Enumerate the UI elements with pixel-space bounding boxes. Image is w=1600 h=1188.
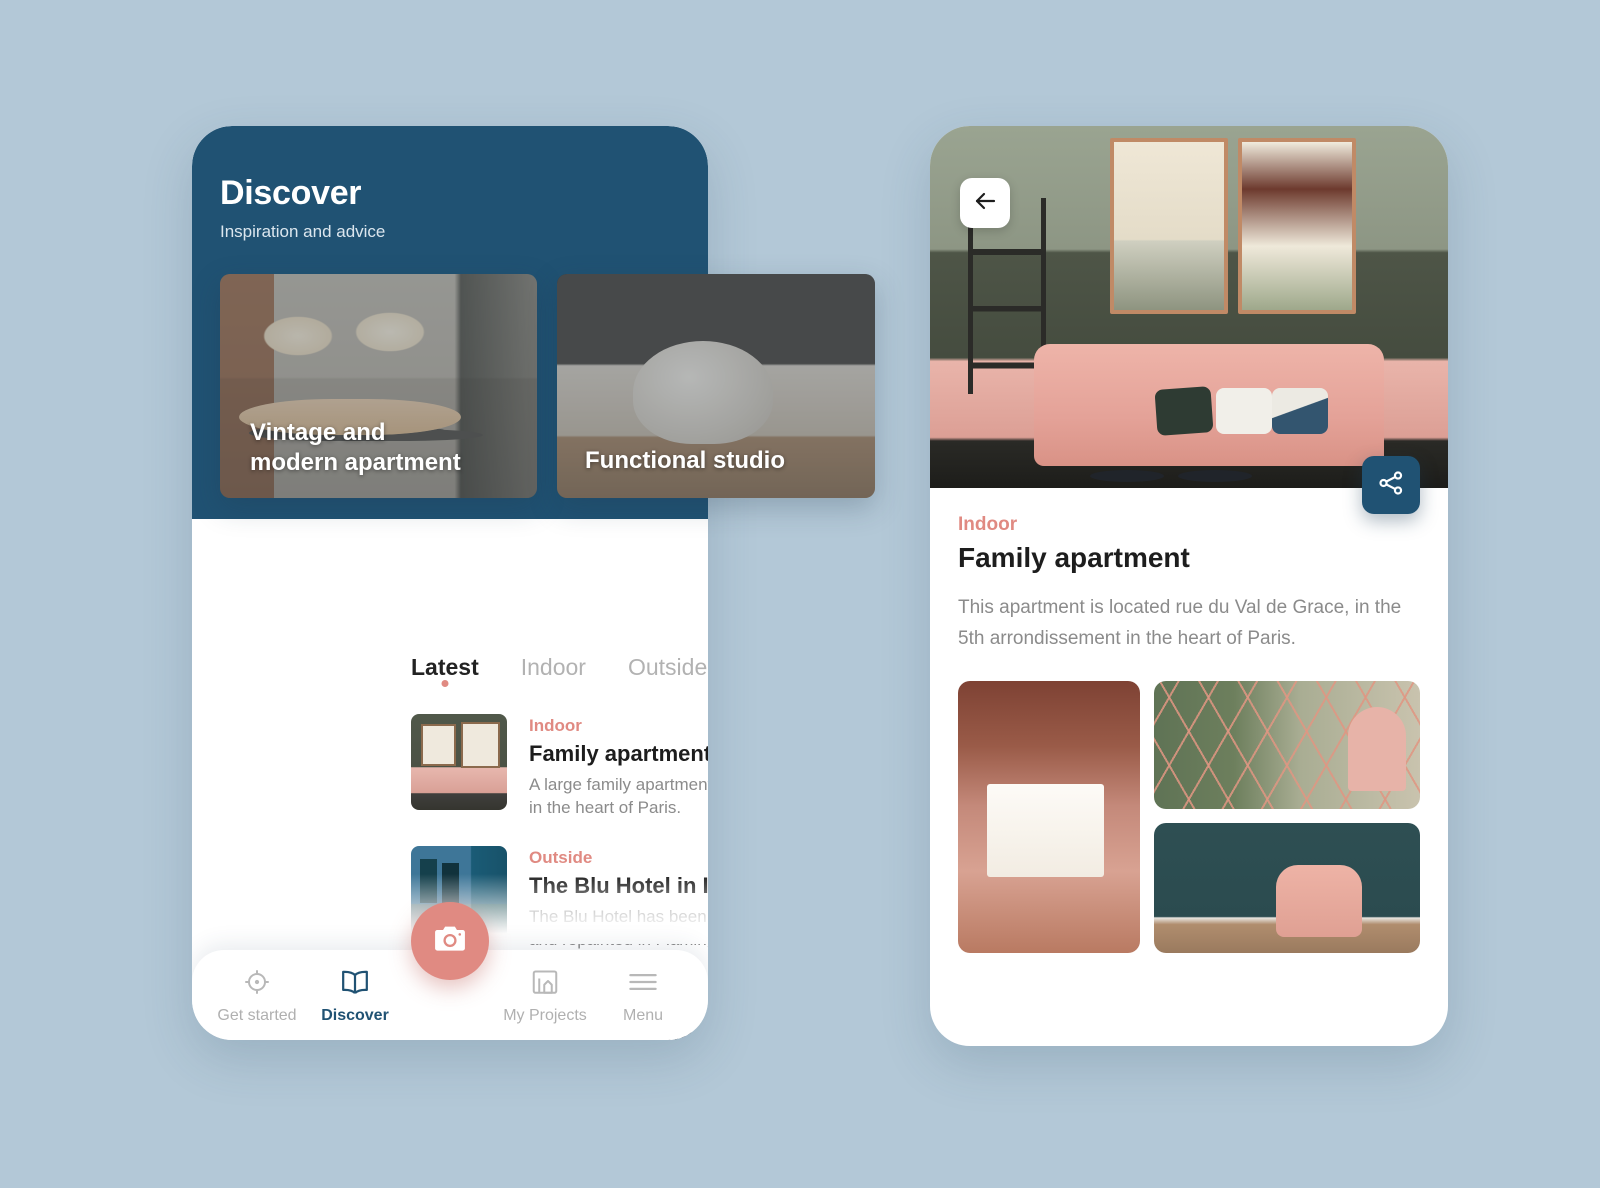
tab-indoor[interactable]: Indoor (521, 654, 586, 681)
camera-icon (432, 923, 468, 960)
detail-hero-image (930, 126, 1448, 488)
nav-item-get-started[interactable]: Get started (208, 965, 306, 1025)
article-category: Outside (529, 847, 593, 867)
featured-carousel: Vintage and modern apartment Functional s… (220, 274, 875, 498)
article-title: Family apartment (529, 741, 708, 766)
discover-phone-frame: Discover Inspiration and advice Latest I… (192, 126, 708, 1040)
detail-content: Indoor Family apartment This apartment i… (930, 488, 1448, 953)
gallery-image-bathroom[interactable] (1154, 680, 1420, 809)
page-title: Discover (220, 174, 362, 212)
hamburger-icon (627, 965, 659, 999)
cushion (1272, 388, 1328, 434)
detail-category: Indoor (958, 514, 1018, 535)
detail-phone-frame: Indoor Family apartment This apartment i… (930, 126, 1448, 1046)
blueprint-icon (530, 965, 560, 999)
gallery-image-dining[interactable] (958, 680, 1140, 953)
nav-label: My Projects (503, 1007, 587, 1024)
page-subtitle: Inspiration and advice (220, 222, 386, 241)
nav-item-menu[interactable]: Menu (594, 965, 692, 1025)
tab-outside[interactable]: Outside (628, 654, 707, 681)
cushion (1154, 386, 1214, 436)
share-button[interactable] (1362, 456, 1420, 514)
nav-label: Discover (321, 1007, 389, 1024)
back-button[interactable] (960, 178, 1010, 228)
nav-label: Get started (217, 1007, 297, 1024)
tab-latest-label: Latest (411, 654, 479, 680)
featured-card-studio[interactable]: Functional studio (557, 274, 875, 498)
article-thumbnail (411, 714, 507, 810)
nav-item-discover[interactable]: Discover (306, 965, 404, 1025)
list-item[interactable]: Indoor Family apartment A large family a… (411, 714, 708, 820)
side-table (1090, 470, 1164, 482)
cushion (1216, 388, 1272, 434)
share-icon (1377, 469, 1405, 502)
article-title: The Blu Hotel in Italy (529, 872, 708, 898)
tab-latest[interactable]: Latest (411, 654, 479, 687)
nav-item-my-projects[interactable]: My Projects (496, 965, 594, 1025)
side-table (1178, 470, 1252, 482)
featured-card-vintage[interactable]: Vintage and modern apartment (220, 274, 537, 498)
category-tabs: Latest Indoor Outside Decorative (411, 654, 708, 687)
article-description: A large family apartment, colorful and m… (529, 775, 708, 817)
wall-art-right (1238, 138, 1356, 314)
active-tab-indicator (441, 680, 449, 687)
featured-card-label: Vintage and modern apartment (250, 419, 461, 476)
detail-title: Family apartment (958, 542, 1190, 573)
arrow-left-icon (972, 190, 998, 217)
camera-fab-button[interactable] (411, 902, 489, 980)
nav-label: Menu (622, 1007, 664, 1024)
book-icon (339, 965, 371, 999)
wall-art-left (1110, 138, 1228, 314)
target-icon (242, 965, 272, 999)
detail-paragraph-1: This apartment is located rue du Val de … (958, 597, 1402, 650)
article-category: Indoor (529, 716, 582, 735)
gallery-image-armchair[interactable] (1154, 822, 1420, 953)
detail-gallery (958, 680, 1420, 953)
featured-card-label: Functional studio (585, 447, 785, 474)
